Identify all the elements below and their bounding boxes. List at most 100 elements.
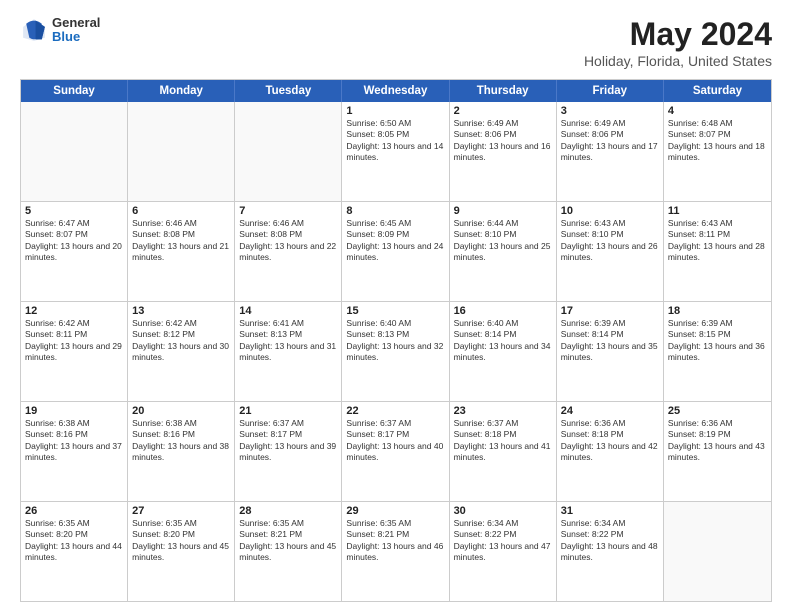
day-info: Sunrise: 6:35 AM Sunset: 8:21 PM Dayligh…	[346, 518, 444, 564]
day-number: 30	[454, 505, 552, 517]
calendar-day-1: 1Sunrise: 6:50 AM Sunset: 8:05 PM Daylig…	[342, 102, 449, 201]
calendar-day-12: 12Sunrise: 6:42 AM Sunset: 8:11 PM Dayli…	[21, 302, 128, 401]
day-info: Sunrise: 6:39 AM Sunset: 8:15 PM Dayligh…	[668, 318, 767, 364]
calendar-day-17: 17Sunrise: 6:39 AM Sunset: 8:14 PM Dayli…	[557, 302, 664, 401]
calendar-day-30: 30Sunrise: 6:34 AM Sunset: 8:22 PM Dayli…	[450, 502, 557, 601]
day-info: Sunrise: 6:37 AM Sunset: 8:18 PM Dayligh…	[454, 418, 552, 464]
header-day-wednesday: Wednesday	[342, 80, 449, 102]
calendar-day-3: 3Sunrise: 6:49 AM Sunset: 8:06 PM Daylig…	[557, 102, 664, 201]
day-info: Sunrise: 6:46 AM Sunset: 8:08 PM Dayligh…	[132, 218, 230, 264]
header-day-monday: Monday	[128, 80, 235, 102]
day-number: 14	[239, 305, 337, 317]
logo: General Blue	[20, 16, 100, 45]
calendar-day-2: 2Sunrise: 6:49 AM Sunset: 8:06 PM Daylig…	[450, 102, 557, 201]
calendar-day-29: 29Sunrise: 6:35 AM Sunset: 8:21 PM Dayli…	[342, 502, 449, 601]
page-title: May 2024	[584, 16, 772, 53]
calendar-header: SundayMondayTuesdayWednesdayThursdayFrid…	[21, 80, 771, 102]
calendar-day-empty	[664, 502, 771, 601]
calendar-day-empty	[235, 102, 342, 201]
calendar-day-25: 25Sunrise: 6:36 AM Sunset: 8:19 PM Dayli…	[664, 402, 771, 501]
header-day-thursday: Thursday	[450, 80, 557, 102]
day-number: 15	[346, 305, 444, 317]
day-number: 17	[561, 305, 659, 317]
day-number: 11	[668, 205, 767, 217]
day-number: 28	[239, 505, 337, 517]
day-number: 20	[132, 405, 230, 417]
calendar-day-7: 7Sunrise: 6:46 AM Sunset: 8:08 PM Daylig…	[235, 202, 342, 301]
day-number: 2	[454, 105, 552, 117]
calendar-row: 19Sunrise: 6:38 AM Sunset: 8:16 PM Dayli…	[21, 401, 771, 501]
day-number: 19	[25, 405, 123, 417]
day-number: 3	[561, 105, 659, 117]
logo-text: General Blue	[52, 16, 100, 45]
header-day-tuesday: Tuesday	[235, 80, 342, 102]
day-number: 26	[25, 505, 123, 517]
calendar-day-10: 10Sunrise: 6:43 AM Sunset: 8:10 PM Dayli…	[557, 202, 664, 301]
header-day-friday: Friday	[557, 80, 664, 102]
day-number: 16	[454, 305, 552, 317]
day-number: 6	[132, 205, 230, 217]
calendar-day-13: 13Sunrise: 6:42 AM Sunset: 8:12 PM Dayli…	[128, 302, 235, 401]
calendar-day-22: 22Sunrise: 6:37 AM Sunset: 8:17 PM Dayli…	[342, 402, 449, 501]
calendar-row: 5Sunrise: 6:47 AM Sunset: 8:07 PM Daylig…	[21, 201, 771, 301]
day-info: Sunrise: 6:38 AM Sunset: 8:16 PM Dayligh…	[132, 418, 230, 464]
day-info: Sunrise: 6:36 AM Sunset: 8:18 PM Dayligh…	[561, 418, 659, 464]
day-info: Sunrise: 6:36 AM Sunset: 8:19 PM Dayligh…	[668, 418, 767, 464]
header: General Blue May 2024 Holiday, Florida, …	[20, 16, 772, 69]
page: General Blue May 2024 Holiday, Florida, …	[0, 0, 792, 612]
calendar-body: 1Sunrise: 6:50 AM Sunset: 8:05 PM Daylig…	[21, 102, 771, 601]
header-day-saturday: Saturday	[664, 80, 771, 102]
day-number: 8	[346, 205, 444, 217]
day-info: Sunrise: 6:43 AM Sunset: 8:11 PM Dayligh…	[668, 218, 767, 264]
calendar-day-14: 14Sunrise: 6:41 AM Sunset: 8:13 PM Dayli…	[235, 302, 342, 401]
day-number: 13	[132, 305, 230, 317]
day-number: 4	[668, 105, 767, 117]
day-info: Sunrise: 6:42 AM Sunset: 8:11 PM Dayligh…	[25, 318, 123, 364]
day-info: Sunrise: 6:49 AM Sunset: 8:06 PM Dayligh…	[454, 118, 552, 164]
day-info: Sunrise: 6:41 AM Sunset: 8:13 PM Dayligh…	[239, 318, 337, 364]
calendar-day-11: 11Sunrise: 6:43 AM Sunset: 8:11 PM Dayli…	[664, 202, 771, 301]
title-block: May 2024 Holiday, Florida, United States	[584, 16, 772, 69]
day-info: Sunrise: 6:49 AM Sunset: 8:06 PM Dayligh…	[561, 118, 659, 164]
logo-blue: Blue	[52, 30, 100, 44]
day-info: Sunrise: 6:44 AM Sunset: 8:10 PM Dayligh…	[454, 218, 552, 264]
day-number: 31	[561, 505, 659, 517]
calendar-day-18: 18Sunrise: 6:39 AM Sunset: 8:15 PM Dayli…	[664, 302, 771, 401]
calendar-day-5: 5Sunrise: 6:47 AM Sunset: 8:07 PM Daylig…	[21, 202, 128, 301]
calendar-row: 12Sunrise: 6:42 AM Sunset: 8:11 PM Dayli…	[21, 301, 771, 401]
header-day-sunday: Sunday	[21, 80, 128, 102]
day-info: Sunrise: 6:35 AM Sunset: 8:20 PM Dayligh…	[25, 518, 123, 564]
calendar-day-4: 4Sunrise: 6:48 AM Sunset: 8:07 PM Daylig…	[664, 102, 771, 201]
day-number: 12	[25, 305, 123, 317]
day-number: 18	[668, 305, 767, 317]
calendar-day-empty	[21, 102, 128, 201]
day-number: 7	[239, 205, 337, 217]
calendar-day-19: 19Sunrise: 6:38 AM Sunset: 8:16 PM Dayli…	[21, 402, 128, 501]
day-info: Sunrise: 6:34 AM Sunset: 8:22 PM Dayligh…	[454, 518, 552, 564]
day-info: Sunrise: 6:42 AM Sunset: 8:12 PM Dayligh…	[132, 318, 230, 364]
calendar-row: 26Sunrise: 6:35 AM Sunset: 8:20 PM Dayli…	[21, 501, 771, 601]
day-number: 5	[25, 205, 123, 217]
day-number: 21	[239, 405, 337, 417]
day-info: Sunrise: 6:37 AM Sunset: 8:17 PM Dayligh…	[239, 418, 337, 464]
day-number: 1	[346, 105, 444, 117]
calendar-day-26: 26Sunrise: 6:35 AM Sunset: 8:20 PM Dayli…	[21, 502, 128, 601]
day-info: Sunrise: 6:38 AM Sunset: 8:16 PM Dayligh…	[25, 418, 123, 464]
day-number: 9	[454, 205, 552, 217]
day-info: Sunrise: 6:37 AM Sunset: 8:17 PM Dayligh…	[346, 418, 444, 464]
day-info: Sunrise: 6:40 AM Sunset: 8:14 PM Dayligh…	[454, 318, 552, 364]
calendar-day-20: 20Sunrise: 6:38 AM Sunset: 8:16 PM Dayli…	[128, 402, 235, 501]
day-info: Sunrise: 6:35 AM Sunset: 8:21 PM Dayligh…	[239, 518, 337, 564]
day-info: Sunrise: 6:47 AM Sunset: 8:07 PM Dayligh…	[25, 218, 123, 264]
day-info: Sunrise: 6:45 AM Sunset: 8:09 PM Dayligh…	[346, 218, 444, 264]
day-info: Sunrise: 6:46 AM Sunset: 8:08 PM Dayligh…	[239, 218, 337, 264]
calendar-day-empty	[128, 102, 235, 201]
calendar-day-27: 27Sunrise: 6:35 AM Sunset: 8:20 PM Dayli…	[128, 502, 235, 601]
day-number: 23	[454, 405, 552, 417]
calendar-row: 1Sunrise: 6:50 AM Sunset: 8:05 PM Daylig…	[21, 102, 771, 201]
day-number: 27	[132, 505, 230, 517]
calendar-day-8: 8Sunrise: 6:45 AM Sunset: 8:09 PM Daylig…	[342, 202, 449, 301]
calendar-day-21: 21Sunrise: 6:37 AM Sunset: 8:17 PM Dayli…	[235, 402, 342, 501]
day-info: Sunrise: 6:34 AM Sunset: 8:22 PM Dayligh…	[561, 518, 659, 564]
day-number: 24	[561, 405, 659, 417]
